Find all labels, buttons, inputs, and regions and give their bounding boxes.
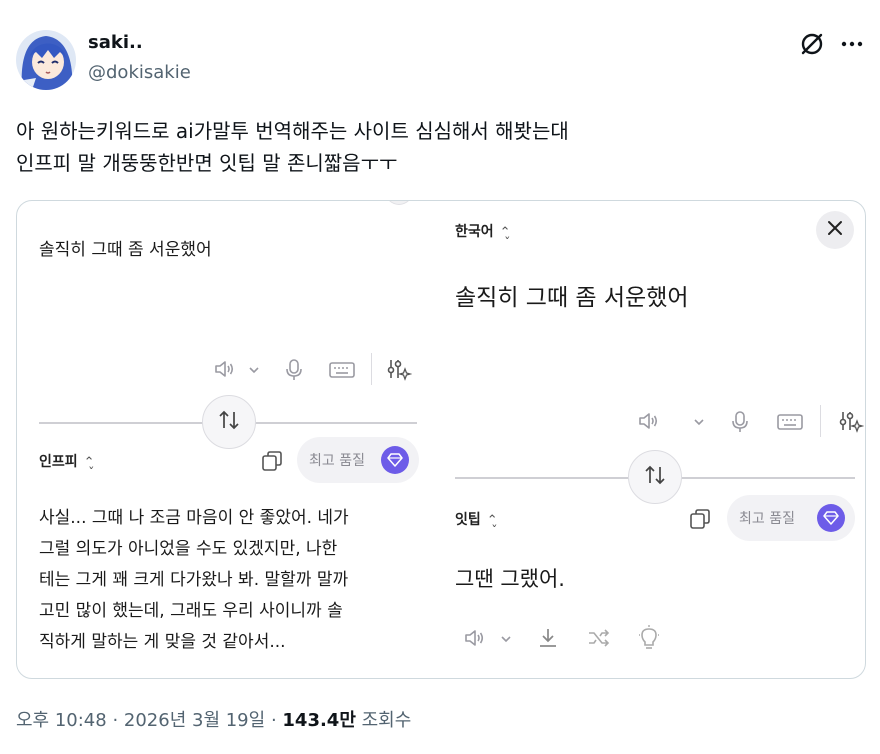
speaker-icon[interactable] (213, 358, 235, 384)
settings-sparkle-icon[interactable] (386, 357, 413, 387)
avatar[interactable] (16, 30, 76, 90)
chevron-updown-icon: ⌃̬ (499, 225, 511, 240)
gem-icon (381, 446, 409, 474)
tweet-date[interactable]: 2026년 3월 19일 (124, 710, 265, 731)
tweet-meta: 오후 10:48 · 2026년 3월 19일 · 143.4만 조회수 (16, 706, 411, 732)
download-icon[interactable] (537, 626, 559, 654)
speaker-icon[interactable] (463, 627, 485, 653)
tweet-line: 아 원하는키워드로 ai가말투 번역해주는 사이트 심심해서 해봣는대 (16, 119, 569, 143)
swap-icon (642, 463, 668, 491)
scroll-handle (385, 201, 413, 205)
output-line: 그럴 의도가 아니었을 수도 있겠지만, 나한 (39, 539, 338, 559)
author-name[interactable]: saki.. (88, 32, 143, 53)
quality-label: 최고 품질 (309, 453, 365, 469)
keyboard-icon[interactable] (329, 361, 355, 383)
settings-sparkle-icon[interactable] (838, 409, 865, 439)
quality-label: 최고 품질 (739, 511, 795, 527)
quality-selector[interactable]: 최고 품질 (297, 437, 419, 483)
toolbar-separator (371, 353, 372, 385)
tweet-text: 아 원하는키워드로 ai가말투 번역해주는 사이트 심심해서 해봣는대 인프피 … (16, 115, 856, 179)
tweet-media[interactable]: 솔직히 그때 좀 서운했어 인프피 ⌃̬ 최고 품질 사실... 그때 나 조금… (16, 200, 866, 679)
gem-icon (817, 504, 845, 532)
chevron-updown-icon: ⌃̬ (83, 455, 95, 470)
translator-right-panel: 한국어 ⌃̬ 솔직히 그때 좀 서운했어 잇팁 ⌃̬ 최고 품질 그땐 그랬어. (437, 201, 865, 678)
chevron-down-icon[interactable] (692, 414, 706, 433)
separator-dot: · (270, 710, 283, 731)
output-line: 테는 그게 꽤 크게 다가왔나 봐. 말할까 말까 (39, 570, 349, 590)
copy-icon[interactable] (689, 508, 711, 534)
more-icon[interactable] (840, 34, 864, 58)
target-lang-selector[interactable]: 잇팁 ⌃̬ (455, 509, 498, 529)
chevron-down-icon[interactable] (247, 362, 261, 381)
lightbulb-icon[interactable] (637, 625, 661, 655)
translation-output: 그땐 그랬어. (455, 567, 565, 591)
shuffle-icon[interactable] (587, 628, 611, 652)
tweet-line: 인프피 말 개뚱뚱한반면 잇팁 말 존니짧음ㅜㅜ (16, 151, 398, 175)
close-icon (827, 220, 843, 240)
copy-icon[interactable] (261, 450, 283, 476)
toolbar-separator (820, 405, 821, 437)
target-lang-selector[interactable]: 인프피 ⌃̬ (39, 451, 95, 471)
views-count: 143.4만 (282, 710, 356, 731)
keyboard-icon[interactable] (777, 413, 803, 435)
chevron-down-icon[interactable] (499, 631, 513, 650)
author-handle[interactable]: @dokisakie (88, 62, 191, 83)
separator-dot: · (112, 710, 124, 731)
translation-output: 사실... 그때 나 조금 마음이 안 좋았어. 네가 그럴 의도가 아니었을 … (39, 503, 429, 658)
translator-left-panel: 솔직히 그때 좀 서운했어 인프피 ⌃̬ 최고 품질 사실... 그때 나 조금… (17, 201, 437, 678)
microphone-icon[interactable] (730, 410, 750, 438)
tweet-time[interactable]: 오후 10:48 (16, 710, 107, 731)
views-label: 조회수 (361, 710, 412, 731)
swap-button[interactable] (628, 450, 682, 504)
microphone-icon[interactable] (284, 358, 304, 386)
output-line: 고민 많이 했는데, 그래도 우리 사이니까 솔 (39, 601, 343, 621)
source-text[interactable]: 솔직히 그때 좀 서운했어 (455, 278, 689, 312)
speaker-icon[interactable] (637, 410, 659, 436)
quality-selector[interactable]: 최고 품질 (727, 495, 855, 541)
close-button[interactable] (816, 211, 854, 249)
source-text[interactable]: 솔직히 그때 좀 서운했어 (39, 235, 212, 260)
swap-icon (216, 408, 242, 436)
chevron-updown-icon: ⌃̬ (486, 513, 498, 528)
output-line: 사실... 그때 나 조금 마음이 안 좋았어. 네가 (39, 508, 349, 528)
swap-button[interactable] (202, 395, 256, 449)
output-line: 직하게 말하는 게 맞을 것 같아서... (39, 632, 286, 652)
grok-icon[interactable] (798, 30, 826, 62)
source-lang-selector[interactable]: 한국어 ⌃̬ (455, 221, 511, 241)
